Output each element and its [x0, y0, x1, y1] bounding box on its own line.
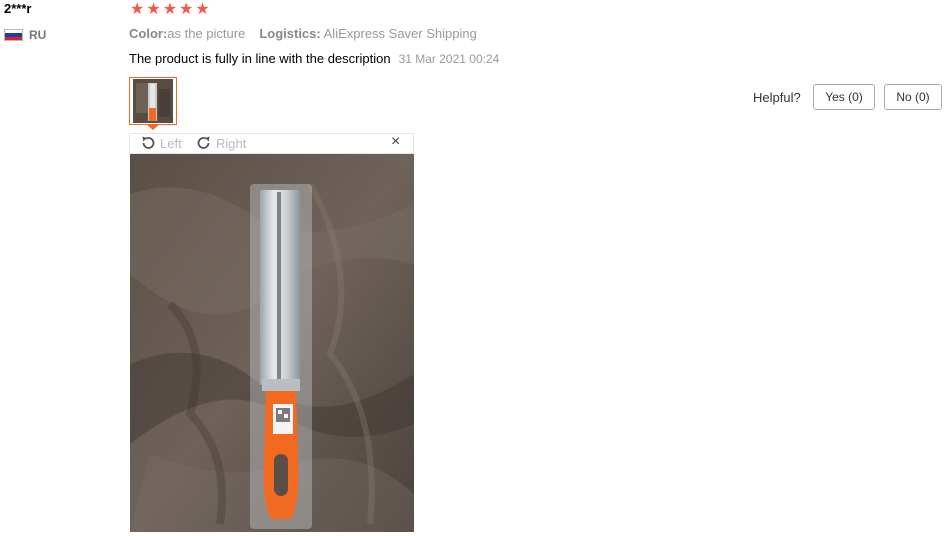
order-attributes: Color:as the picture Logistics: AliExpre…	[129, 26, 477, 41]
color-attribute: Color:as the picture	[129, 26, 245, 41]
star-icon: ★	[195, 1, 210, 18]
image-viewer-toolbar: Left Right ×	[129, 133, 414, 154]
review-date: 31 Mar 2021 00:24	[398, 52, 500, 66]
rotate-right-label: Right	[216, 135, 247, 151]
thumbnail-pointer	[146, 124, 160, 130]
thumbnail-image	[133, 79, 173, 123]
review-content: The product is fully in line with the de…	[129, 51, 499, 67]
star-icon: ★	[162, 1, 178, 18]
rotate-left-label: Left	[160, 135, 182, 151]
logistics-value: AliExpress Saver Shipping	[323, 26, 477, 41]
rotate-right-button[interactable]: Right	[196, 135, 246, 151]
rotate-right-icon	[197, 136, 210, 149]
color-value: as the picture	[167, 26, 246, 41]
star-icon: ★	[179, 1, 194, 18]
helpful-label: Helpful?	[753, 90, 801, 105]
review-text: The product is fully in line with the de…	[129, 51, 391, 66]
star-rating: ★ ★ ★ ★ ★	[130, 1, 210, 19]
rotate-left-icon	[142, 136, 155, 149]
buyer-country: RU	[4, 28, 46, 42]
review-photo-thumbnail[interactable]	[129, 77, 177, 125]
star-icon: ★	[146, 1, 161, 18]
rotate-left-button[interactable]: Left	[140, 135, 182, 151]
review-photo	[130, 154, 414, 532]
color-label: Color:	[129, 26, 168, 41]
helpful-yes-button[interactable]: Yes (0)	[813, 84, 875, 110]
logistics-label: Logistics:	[259, 26, 321, 41]
buyer-name: 2***r	[4, 1, 32, 16]
russia-flag-icon	[4, 29, 23, 41]
helpful-no-button[interactable]: No (0)	[884, 84, 942, 110]
country-code: RU	[29, 28, 47, 42]
close-viewer-icon[interactable]: ×	[391, 133, 400, 151]
logistics-attribute: Logistics: AliExpress Saver Shipping	[259, 26, 477, 41]
star-icon: ★	[130, 1, 145, 18]
